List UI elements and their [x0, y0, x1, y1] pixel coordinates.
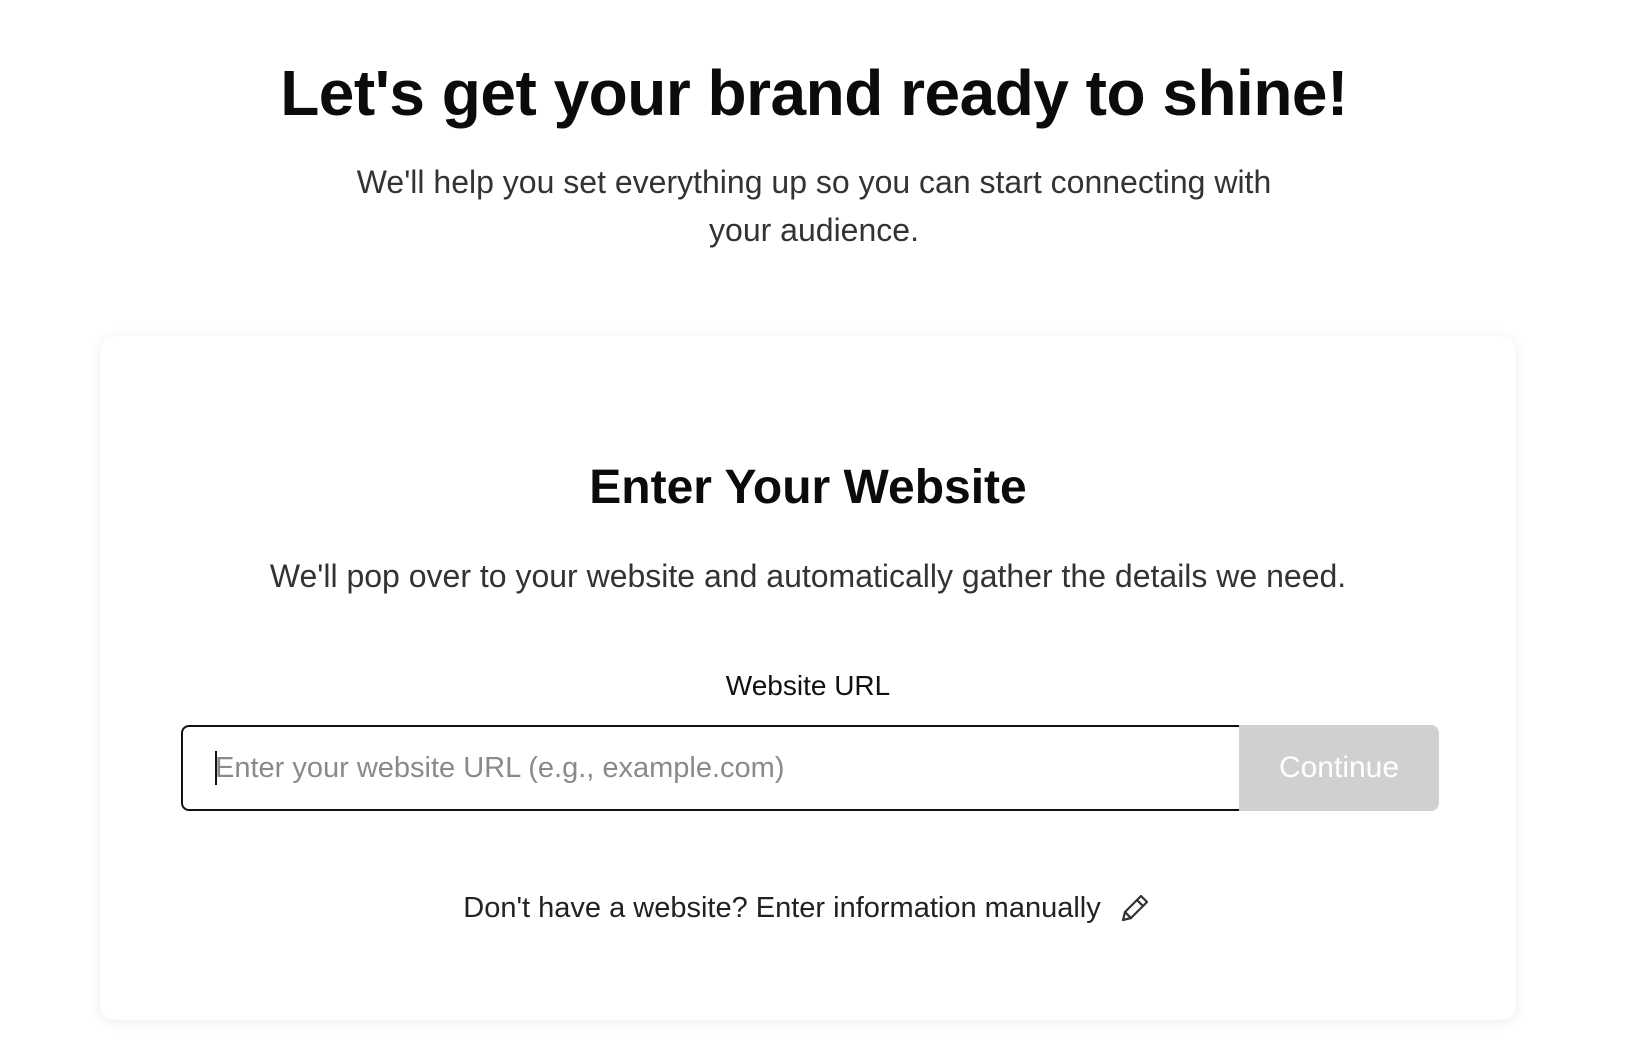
- page-subtitle: We'll help you set everything up so you …: [356, 164, 1272, 248]
- card-title: Enter Your Website: [589, 461, 1027, 514]
- onboarding-page: Let's get your brand ready to shine! We'…: [0, 0, 1628, 1050]
- url-input-row: Continue: [181, 725, 1439, 811]
- text-caret: [215, 751, 217, 785]
- website-url-input[interactable]: [181, 725, 1243, 811]
- continue-button[interactable]: Continue: [1239, 725, 1439, 811]
- pencil-icon: [1117, 890, 1153, 926]
- enter-manually-link[interactable]: Don't have a website? Enter information …: [100, 890, 1516, 926]
- enter-manually-label: Don't have a website? Enter information …: [463, 891, 1101, 924]
- website-url-label: Website URL: [725, 670, 891, 701]
- website-card: Enter Your Website We'll pop over to you…: [100, 336, 1516, 1020]
- card-description: We'll pop over to your website and autom…: [269, 558, 1347, 594]
- page-title: Let's get your brand ready to shine!: [280, 57, 1348, 129]
